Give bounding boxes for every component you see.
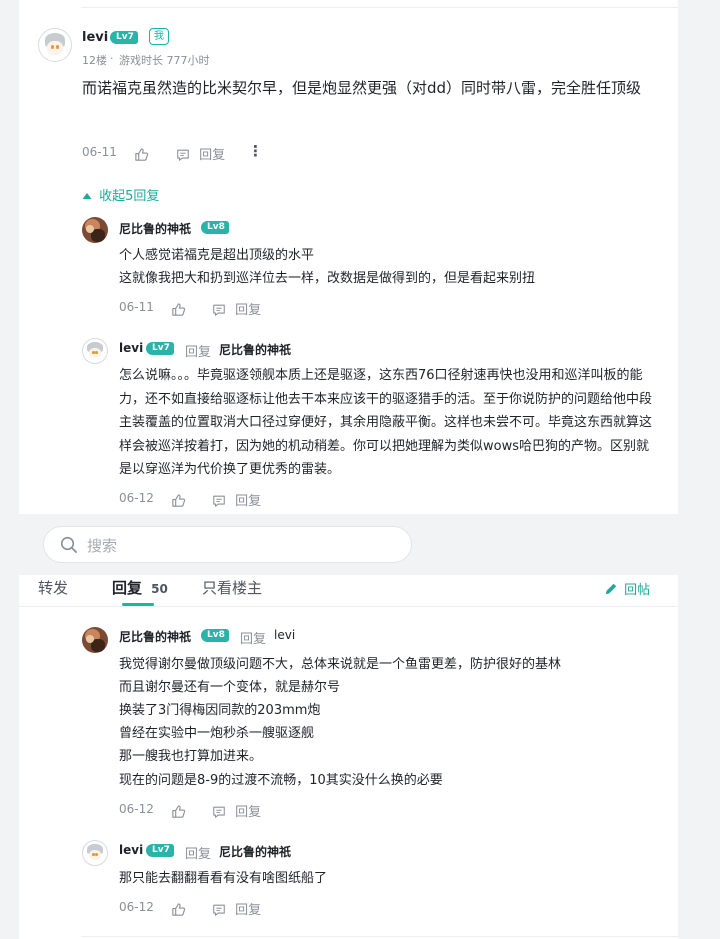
comment-date: 06-11 (82, 145, 117, 159)
reply-label: 回复 (235, 805, 262, 820)
reply-button[interactable]: 回复 (212, 490, 261, 509)
comment-panel: levi Lv7 我 12楼 · 游戏时长 777小时 而诺福克虽然造的比米契尔… (19, 0, 678, 514)
floor-number: 12楼 (82, 54, 107, 67)
tab-owner-only[interactable]: 只看楼主 (202, 577, 262, 598)
reply-date: 06-12 (119, 491, 154, 505)
reply-word: 回复 (185, 345, 212, 360)
tab-repost[interactable]: 转发 (38, 577, 68, 598)
search-icon (60, 536, 77, 553)
username[interactable]: 尼比鲁的神祇 (119, 220, 191, 237)
comment-icon (213, 495, 225, 507)
username[interactable]: levi (119, 843, 143, 857)
collapse-replies-button[interactable]: 收起5回复 (82, 185, 159, 204)
username[interactable]: levi (82, 30, 108, 45)
divider (81, 7, 678, 8)
caret-up-icon (82, 192, 92, 199)
search-input[interactable]: 搜索 (43, 526, 412, 563)
username[interactable]: 尼比鲁的神祇 (119, 628, 191, 645)
pencil-icon (605, 583, 617, 595)
avatar[interactable] (82, 217, 108, 243)
reply-text: 怎么说嘛。。。毕竟驱逐领舰本质上还是驱逐，这东西76口径射速再快也没用和巡洋叫板… (119, 368, 653, 477)
comment-icon (213, 806, 225, 818)
tab-reply-label: 回复 (112, 579, 143, 597)
reply-text-line: 个人感觉诺福克是超出顶级的水平 (119, 248, 315, 263)
collapse-label: 收起5回复 (99, 189, 160, 204)
reply-word: 回复 (240, 632, 267, 647)
level-badge: Lv8 (201, 221, 229, 234)
reply-text-line: 而且谢尔曼还有一个变体，就是赫尔号 (119, 680, 341, 695)
reply-word: 回复 (185, 847, 212, 862)
level-badge: Lv7 (146, 844, 174, 857)
search-placeholder: 搜索 (87, 537, 118, 555)
level-badge: Lv7 (146, 342, 174, 355)
username[interactable]: levi (119, 341, 143, 355)
comment-icon (177, 149, 189, 161)
reply-text-line: 那只能去翻翻看看有没有啥图纸船了 (119, 871, 328, 886)
reply-label: 回复 (235, 494, 262, 509)
level-badge: Lv7 (110, 31, 138, 44)
tab-reply[interactable]: 回复 50 (112, 577, 168, 598)
post-reply-label: 回帖 (624, 583, 651, 598)
reply-to-user[interactable]: 尼比鲁的神祇 (219, 341, 291, 358)
like-icon[interactable] (171, 801, 186, 820)
like-icon[interactable] (134, 144, 149, 163)
comment-panel-tabs: 转发 回复 50 只看楼主 回帖 尼比鲁的神祇 Lv8 回复 levi 我觉得谢… (19, 575, 678, 939)
level-badge: Lv8 (201, 629, 229, 642)
reply-date: 06-11 (119, 300, 154, 314)
reply-text-line: 那一艘我也打算加进来。 (119, 749, 263, 764)
more-menu-icon[interactable]: ⋮ (248, 142, 263, 160)
divider (81, 936, 678, 937)
me-badge: 我 (149, 28, 169, 45)
like-icon[interactable] (171, 899, 186, 918)
reply-button[interactable]: 回复 (176, 144, 225, 163)
reply-text-line: 现在的问题是8-9的过渡不流畅，10其实没什么换的必要 (119, 773, 443, 788)
divider (19, 606, 678, 607)
reply-label: 回复 (199, 148, 226, 163)
playtime: 游戏时长 777小时 (119, 54, 210, 67)
reply-to-user[interactable]: 尼比鲁的神祇 (219, 843, 291, 860)
reply-date: 06-12 (119, 900, 154, 914)
meta-separator: · (110, 52, 114, 65)
reply-count: 50 (151, 582, 168, 596)
reply-text-line: 曾经在实验中一炮秒杀一艘驱逐舰 (119, 726, 315, 741)
comment-text: 而诺福克虽然造的比米契尔早，但是炮显然更强（对dd）同时带八雷，完全胜任顶级 (82, 79, 642, 97)
avatar[interactable] (82, 338, 108, 364)
like-icon[interactable] (171, 299, 186, 318)
reply-label: 回复 (235, 903, 262, 918)
reply-button[interactable]: 回复 (212, 801, 261, 820)
like-icon[interactable] (171, 490, 186, 509)
comment-icon (213, 904, 225, 916)
avatar[interactable] (82, 627, 108, 653)
avatar[interactable] (82, 840, 108, 866)
reply-date: 06-12 (119, 802, 154, 816)
reply-text-line: 换装了3门得梅因同款的203mm炮 (119, 703, 321, 718)
reply-text-line: 这就像我把大和扔到巡洋位去一样，改数据是做得到的，但是看起来别扭 (119, 271, 536, 286)
comment-icon (213, 304, 225, 316)
reply-button[interactable]: 回复 (212, 299, 261, 318)
avatar[interactable] (38, 28, 72, 62)
reply-to-user[interactable]: levi (274, 628, 295, 642)
reply-text-line: 我觉得谢尔曼做顶级问题不大，总体来说就是一个鱼雷更差，防护很好的基林 (119, 657, 562, 672)
reply-button[interactable]: 回复 (212, 899, 261, 918)
reply-label: 回复 (235, 303, 262, 318)
post-reply-button[interactable]: 回帖 (604, 579, 650, 598)
